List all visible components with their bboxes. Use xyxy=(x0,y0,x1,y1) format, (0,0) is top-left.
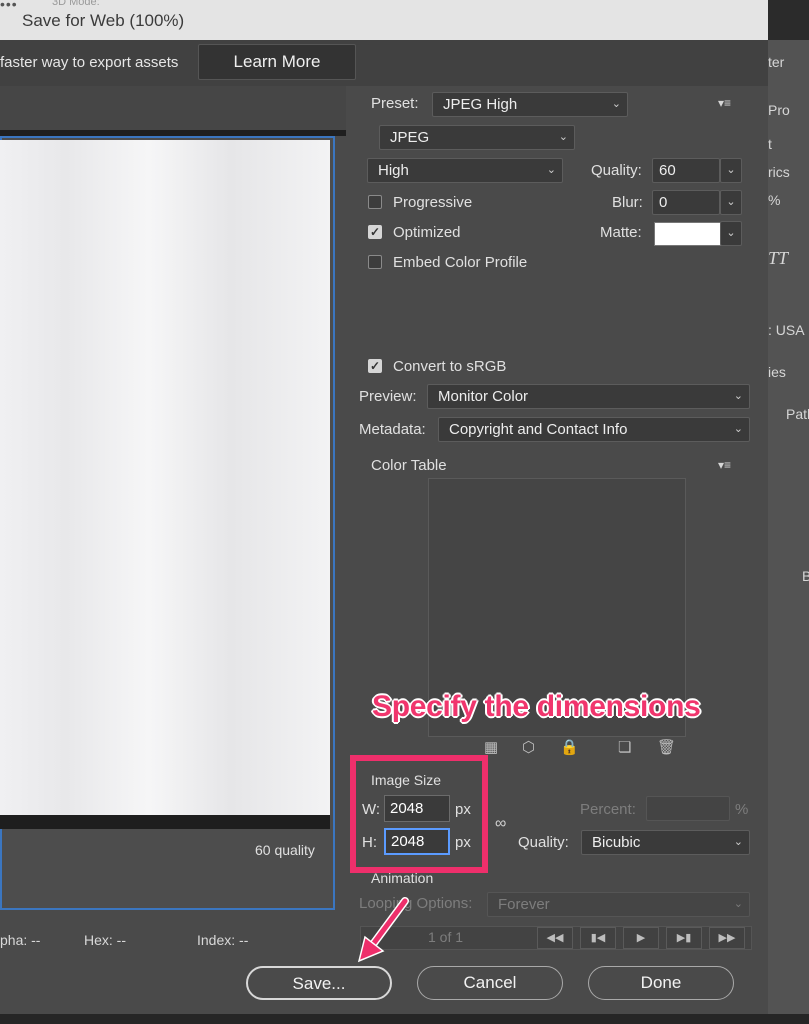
done-button[interactable]: Done xyxy=(588,966,734,1000)
banner-text: faster way to export assets xyxy=(0,54,179,71)
convert-srgb-checkbox[interactable]: ✓ xyxy=(368,359,382,373)
panel-text: t xyxy=(768,136,772,152)
save-button[interactable]: Save... xyxy=(246,966,392,1000)
play-icon[interactable]: ▶ xyxy=(623,927,659,949)
panel-text: % xyxy=(768,192,781,208)
compression-select[interactable]: High ⌄ xyxy=(367,158,563,183)
annotation-highlight-box xyxy=(350,755,488,873)
percent-sign: % xyxy=(735,801,749,818)
resample-quality-label: Quality: xyxy=(518,834,569,851)
preset-label: Preset: xyxy=(371,95,419,112)
title-bar[interactable]: ••• 3D Mode: Save for Web (100%) xyxy=(0,0,768,40)
trash-icon[interactable]: 🗑 xyxy=(657,738,676,756)
preview-image-edge xyxy=(0,815,330,829)
preview-tabs xyxy=(0,86,346,130)
percent-label: Percent: xyxy=(580,801,636,818)
progressive-checkbox[interactable] xyxy=(368,195,382,209)
preset-menu-icon[interactable]: ▾≡ xyxy=(718,96,731,110)
ghost-menu-text: 3D Mode: xyxy=(52,0,100,8)
type-icon: TT xyxy=(768,248,789,268)
metadata-value: Copyright and Contact Info xyxy=(449,421,628,438)
preview-label: Preview: xyxy=(359,388,417,405)
chevron-down-icon: ⌄ xyxy=(733,898,743,910)
format-select[interactable]: JPEG ⌄ xyxy=(379,125,575,150)
chevron-down-icon: ⌄ xyxy=(546,164,556,176)
learn-more-button[interactable]: Learn More xyxy=(198,44,356,80)
previous-frame-icon[interactable]: ▮◀ xyxy=(580,927,616,949)
optimized-label: Optimized xyxy=(393,224,461,241)
compression-value: High xyxy=(378,162,409,179)
hex-readout: Hex: -- xyxy=(84,932,126,948)
last-frame-icon[interactable]: ▶▶ xyxy=(709,927,745,949)
embed-profile-label: Embed Color Profile xyxy=(393,254,528,271)
preview-quality-label: 60 quality xyxy=(255,842,315,858)
preset-value: JPEG High xyxy=(443,96,518,113)
panel-tab: ter xyxy=(768,54,785,70)
chevron-down-icon: ⌄ xyxy=(558,131,568,143)
panel-text: rics xyxy=(768,164,790,180)
preset-select[interactable]: JPEG High ⌄ xyxy=(432,92,628,117)
preview-image xyxy=(0,140,330,820)
looping-value: Forever xyxy=(498,896,550,913)
color-table-menu-icon[interactable]: ▾≡ xyxy=(718,458,731,472)
next-frame-icon[interactable]: ▶▮ xyxy=(666,927,702,949)
window-title: Save for Web (100%) xyxy=(22,11,185,30)
color-table-label: Color Table xyxy=(371,457,447,474)
panel-text: : USA xyxy=(768,322,805,338)
status-bar: pha: -- Hex: -- Index: -- xyxy=(0,926,346,956)
frame-counter: 1 of 1 xyxy=(428,929,464,945)
new-color-icon[interactable]: ❏ xyxy=(618,738,631,756)
progressive-label: Progressive xyxy=(393,194,473,211)
chevron-down-icon: ⌄ xyxy=(733,836,743,848)
chevron-down-icon: ⌄ xyxy=(733,390,743,402)
panel-text: Pro xyxy=(768,102,790,118)
banner: faster way to export assets xyxy=(0,40,768,86)
panel-tab: Path xyxy=(786,406,809,422)
animation-title: Animation xyxy=(371,870,434,886)
first-frame-icon[interactable]: ◀◀ xyxy=(537,927,573,949)
quality-dropdown-button[interactable]: ⌄ xyxy=(720,158,742,183)
quality-field[interactable]: 60 xyxy=(652,158,720,183)
resample-quality-value: Bicubic xyxy=(592,834,641,851)
web-snap-icon[interactable]: ▦ xyxy=(484,738,498,756)
background-photoshop-panel: ter Pro t rics % TT : USA ies Path B xyxy=(768,40,809,1024)
annotation-arrow-icon xyxy=(357,897,409,963)
bottom-strip xyxy=(0,1014,809,1024)
preview-value: Monitor Color xyxy=(438,388,529,405)
matte-dropdown-button[interactable]: ⌄ xyxy=(720,221,742,246)
blur-dropdown-button[interactable]: ⌄ xyxy=(720,190,742,215)
lock-icon[interactable]: 🔒 xyxy=(560,738,579,756)
link-icon[interactable]: ∞ xyxy=(495,815,506,833)
blur-field[interactable]: 0 xyxy=(652,190,720,215)
convert-srgb-label: Convert to sRGB xyxy=(393,358,507,375)
matte-color-swatch[interactable] xyxy=(654,222,722,246)
metadata-select[interactable]: Copyright and Contact Info ⌄ xyxy=(438,417,750,442)
panel-tab: ies xyxy=(768,364,786,380)
looping-select[interactable]: Forever ⌄ xyxy=(487,892,750,917)
matte-label: Matte: xyxy=(600,224,642,241)
index-readout: Index: -- xyxy=(197,932,249,948)
embed-profile-checkbox[interactable] xyxy=(368,255,382,269)
resample-quality-select[interactable]: Bicubic ⌄ xyxy=(581,830,750,855)
panel-text: B xyxy=(802,568,809,584)
metadata-label: Metadata: xyxy=(359,421,426,438)
annotation-text: Specify the dimensions xyxy=(372,690,701,723)
percent-input[interactable] xyxy=(646,796,730,821)
chevron-down-icon: ⌄ xyxy=(611,98,621,110)
chevron-down-icon: ⌄ xyxy=(733,423,743,435)
preview-select[interactable]: Monitor Color ⌄ xyxy=(427,384,750,409)
alpha-readout: pha: -- xyxy=(0,932,41,948)
format-value: JPEG xyxy=(390,129,430,146)
window-dots-icon: ••• xyxy=(0,0,18,12)
optimized-checkbox[interactable]: ✓ xyxy=(368,225,382,239)
cube-icon[interactable]: ⬡ xyxy=(522,738,535,756)
blur-label: Blur: xyxy=(612,194,643,211)
cancel-button[interactable]: Cancel xyxy=(417,966,563,1000)
quality-label: Quality: xyxy=(591,162,642,179)
